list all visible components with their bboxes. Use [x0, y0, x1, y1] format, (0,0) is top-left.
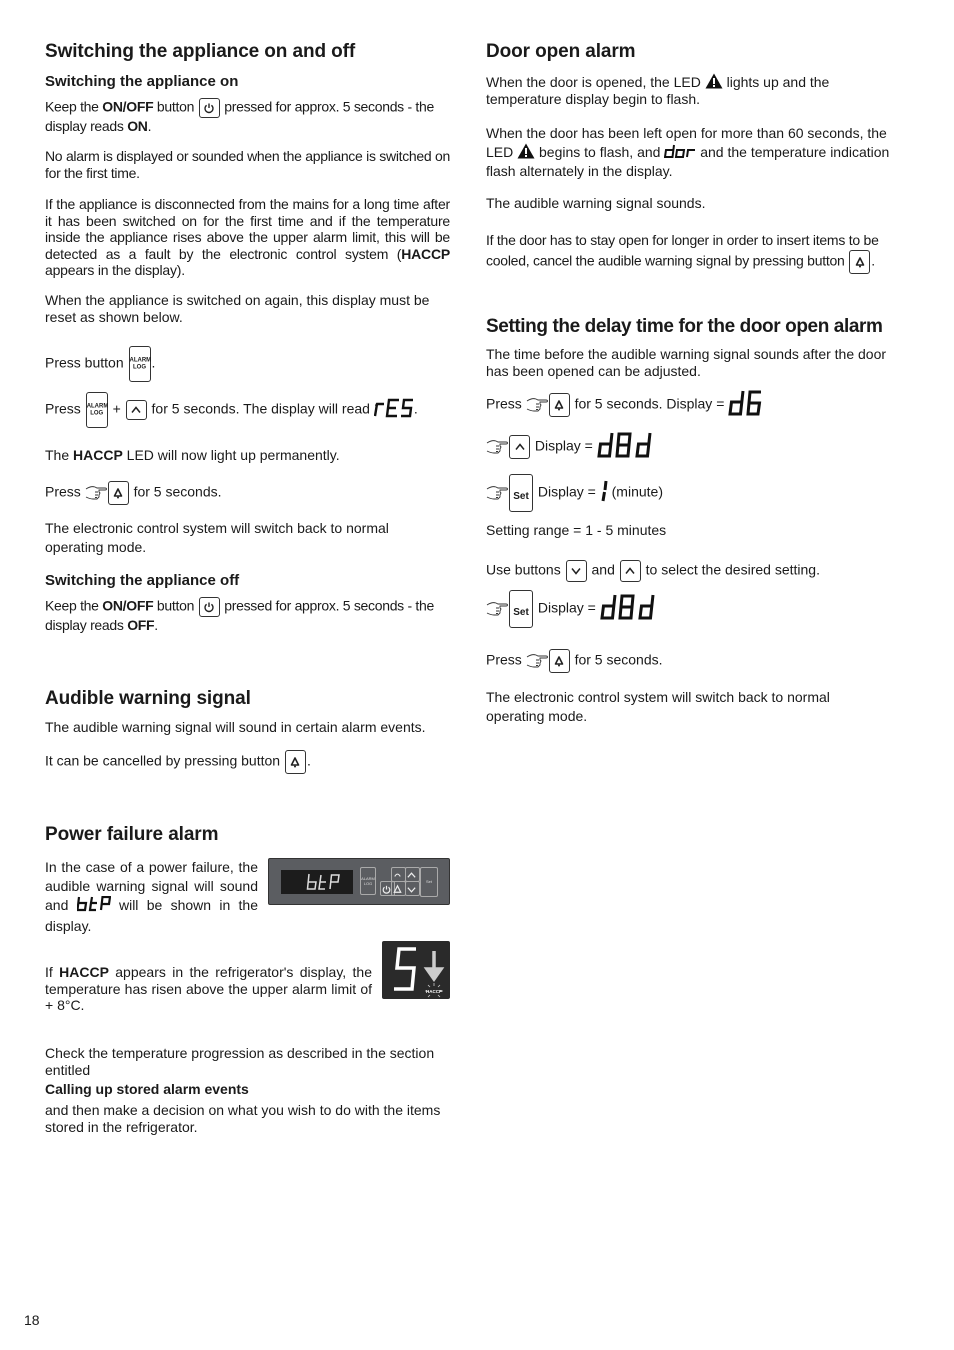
- alarm-bell-button-icon: [284, 750, 306, 774]
- paragraph-signal-sounds: The audible warning signal sounds.: [486, 195, 706, 211]
- alarm-bell-button-icon: [849, 250, 871, 274]
- paragraph-switch-off: Keep the ON/OFF button pressed for appro…: [45, 597, 434, 633]
- paragraph-normal-mode: The electronic control system will switc…: [45, 520, 389, 555]
- panel-light-button: [391, 867, 406, 882]
- link-calling-up-stored-alarm-events: Calling up stored alarm events: [45, 1081, 249, 1097]
- subsection-title-switching-on: Switching the appliance on: [45, 73, 239, 90]
- subsection-title-switching-off: Switching the appliance off: [45, 572, 240, 589]
- panel-alarm-button: [391, 881, 406, 896]
- step-up-d8d: Display =: [486, 432, 653, 462]
- down-button-icon: [565, 560, 587, 582]
- paragraph-no-alarm: No alarm is displayed or sounded when th…: [45, 148, 450, 181]
- warning-led-icon: [705, 73, 723, 89]
- alarm-log-button-icon: ALARM LOG: [128, 346, 151, 382]
- panel-set-button: Set: [420, 867, 438, 897]
- down-arrow-icon: [423, 951, 445, 983]
- step-press-alarm-log-up: Press ALARM LOG + for 5 seconds. The disp…: [45, 392, 418, 428]
- pressing-hand-icon: [486, 484, 510, 502]
- pressing-hand-icon: [85, 484, 109, 502]
- panel-up-button: [405, 867, 420, 882]
- section-title-switching: Switching the appliance on and off: [45, 41, 356, 62]
- step-use-buttons: Use buttons and to select the desired se…: [486, 560, 820, 582]
- haccp-label: HACCP: [426, 989, 442, 994]
- up-button-icon: [619, 560, 641, 582]
- paragraph-disconnected: If the appliance is disconnected from th…: [45, 196, 450, 278]
- section-title-door-open: Door open alarm: [486, 41, 636, 62]
- paragraph-audible-2: It can be cancelled by pressing button .: [45, 750, 311, 774]
- paragraph-haccp-appears: If HACCP appears in the refrigerator's d…: [45, 964, 373, 1013]
- paragraph-power-failure: In the case of a power failure, the audi…: [45, 859, 259, 934]
- power-button-icon: [198, 98, 220, 118]
- panel-down-button: [405, 881, 420, 896]
- set-button-icon: Set: [509, 474, 533, 512]
- step-press-alarm-final: Press for 5 seconds.: [486, 649, 663, 673]
- pressing-hand-icon: [526, 652, 550, 670]
- paragraph-haccp-led: The HACCP LED will now light up permanen…: [45, 447, 340, 463]
- panel-alarm-log-button: ALARM LOG: [360, 867, 376, 895]
- section-title-power-failure: Power failure alarm: [45, 824, 219, 845]
- pressing-hand-icon: [486, 438, 510, 456]
- step-set-1-minute: Set Display = (minute): [486, 474, 663, 512]
- alarm-bell-button-icon: [548, 649, 570, 673]
- panel-display-screen: [281, 870, 353, 894]
- alarm-bell-button-icon: [107, 481, 129, 505]
- paragraph-door-led: When the door is opened, the LED lights …: [486, 73, 830, 107]
- step-press-alarm-log: Press button ALARM LOG.: [45, 346, 155, 382]
- pressing-hand-icon: [526, 396, 550, 414]
- paragraph-audible-1: The audible warning signal will sound in…: [45, 719, 426, 735]
- paragraph-setting-range: Setting range = 1 - 5 minutes: [486, 522, 667, 538]
- paragraph-check-temperature: Check the temperature progression as des…: [45, 1045, 435, 1078]
- pressing-hand-icon: [486, 600, 510, 618]
- paragraph-decide-items: and then make a decision on what you wis…: [45, 1102, 441, 1135]
- d8d-segment-display: [600, 594, 656, 624]
- up-button-icon: [125, 400, 147, 420]
- step-press-alarm-d6: Press for 5 seconds. Display =: [486, 390, 764, 420]
- paragraph-switch-on: Keep the ON/OFF button pressed for appro…: [45, 98, 434, 134]
- haccp-digit-5: [394, 947, 416, 991]
- one-segment-display: [600, 480, 608, 506]
- power-button-icon: [198, 597, 220, 617]
- paragraph-reset: When the appliance is switched on again,…: [45, 292, 430, 325]
- panel-btp-display: [306, 873, 340, 890]
- section-title-delay-time: Setting the delay time for the door open…: [486, 316, 883, 337]
- alarm-bell-button-icon: [548, 392, 570, 417]
- step-set-d8d: Set Display =: [486, 590, 656, 628]
- btp-segment-display: [75, 895, 111, 917]
- up-button-icon: [509, 434, 530, 459]
- paragraph-cancel-signal: If the door has to stay open for longer …: [486, 231, 891, 274]
- dor-segment-display: [664, 144, 696, 163]
- paragraph-door-60s: When the door has been left open for mor…: [486, 125, 890, 180]
- d8d-segment-display: [597, 432, 653, 462]
- page-number: 18: [24, 1312, 40, 1328]
- set-button-icon: Set: [509, 590, 533, 628]
- control-panel-illustration: ALARM LOG Set: [268, 858, 450, 905]
- haccp-display-illustration: HACCP: [382, 941, 450, 999]
- res-segment-display: [373, 398, 414, 422]
- section-title-audible: Audible warning signal: [45, 688, 251, 709]
- d6-segment-display: [728, 390, 764, 420]
- warning-led-icon: [517, 143, 535, 159]
- paragraph-final-normal-mode: The electronic control system will switc…: [486, 689, 830, 724]
- step-press-alarm-5s: Press for 5 seconds.: [45, 481, 222, 505]
- paragraph-delay-intro: The time before the audible warning sign…: [486, 346, 887, 379]
- alarm-log-button-icon: ALARM LOG: [85, 392, 108, 428]
